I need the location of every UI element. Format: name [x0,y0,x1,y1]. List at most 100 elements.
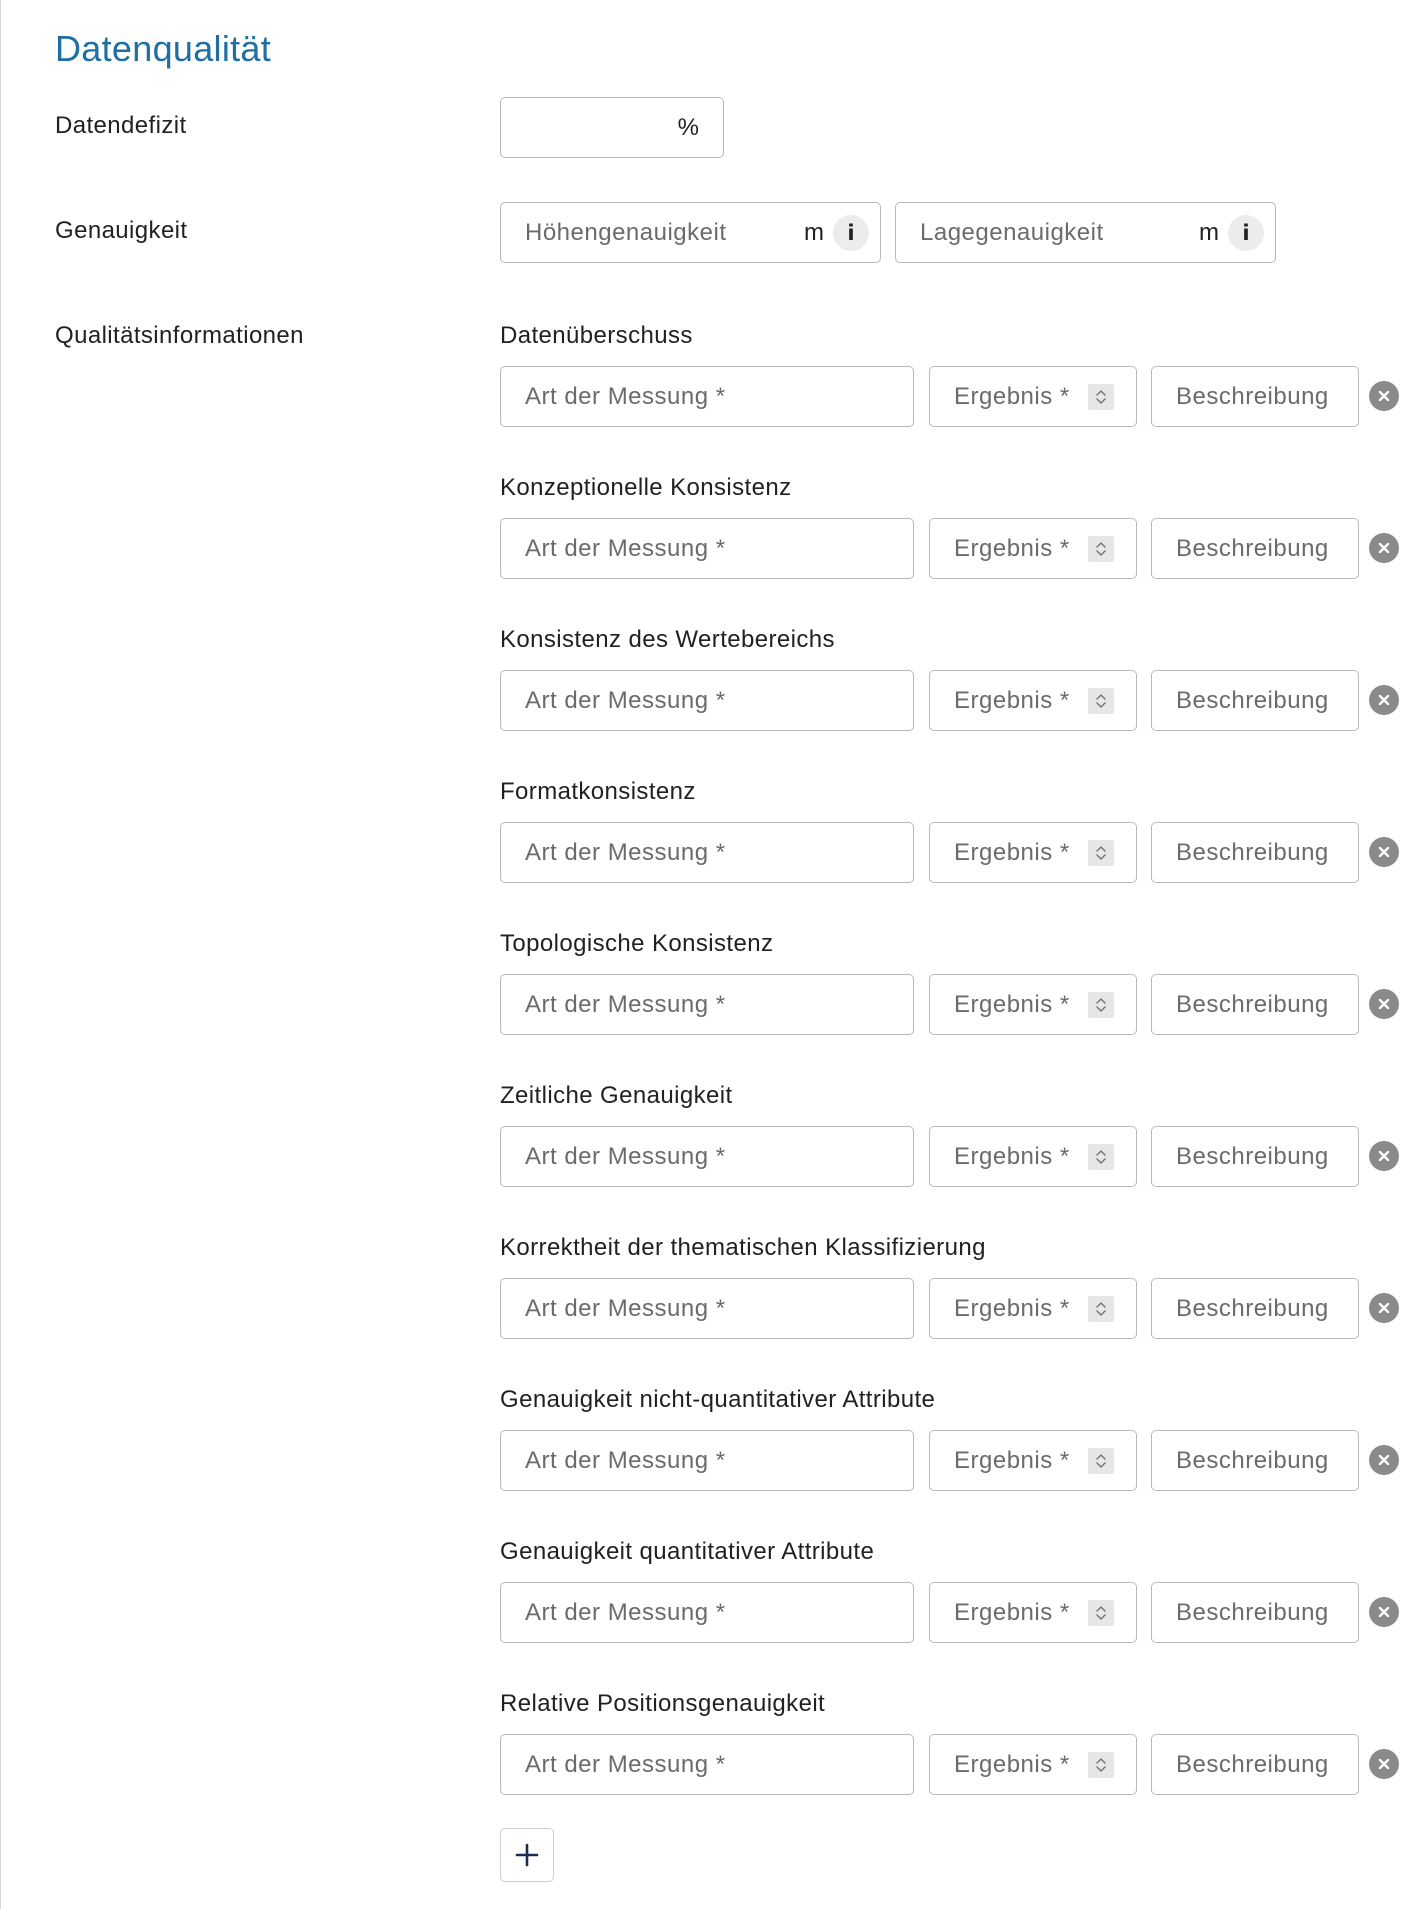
ergebnis-field[interactable]: Ergebnis * [929,366,1137,427]
beschreibung-field[interactable]: Beschreibung [1151,1278,1359,1339]
beschreibung-field[interactable]: Beschreibung [1151,366,1359,427]
ergebnis-field[interactable]: Ergebnis * [929,1582,1137,1643]
close-icon [1378,542,1390,554]
art-der-messung-placeholder: Art der Messung * [525,1446,726,1474]
art-der-messung-placeholder: Art der Messung * [525,534,726,562]
ergebnis-placeholder: Ergebnis * [954,686,1070,714]
beschreibung-placeholder: Beschreibung [1176,534,1329,562]
art-der-messung-field[interactable]: Art der Messung * [500,1734,914,1795]
art-der-messung-placeholder: Art der Messung * [525,1142,726,1170]
number-spinner-icon[interactable] [1088,839,1114,866]
beschreibung-field[interactable]: Beschreibung [1151,974,1359,1035]
plus-icon [515,1843,539,1867]
info-icon[interactable]: i [833,214,869,251]
info-icon[interactable]: i [1228,214,1264,251]
hoehengenauigkeit-field[interactable]: Höhengenauigkeit m i [500,202,881,263]
qualitaetsinformationen-label: Qualitätsinformationen [55,322,304,349]
remove-quality-button[interactable] [1369,685,1399,715]
art-der-messung-field[interactable]: Art der Messung * [500,1278,914,1339]
lagegenauigkeit-placeholder: Lagegenauigkeit [920,218,1104,246]
remove-quality-button[interactable] [1369,837,1399,867]
hoehengenauigkeit-placeholder: Höhengenauigkeit [525,218,727,246]
close-icon [1378,390,1390,402]
beschreibung-placeholder: Beschreibung [1176,1750,1329,1778]
close-icon [1378,998,1390,1010]
remove-quality-button[interactable] [1369,1293,1399,1323]
ergebnis-placeholder: Ergebnis * [954,1142,1070,1170]
number-spinner-icon[interactable] [1088,687,1114,714]
ergebnis-placeholder: Ergebnis * [954,1294,1070,1322]
ergebnis-field[interactable]: Ergebnis * [929,1430,1137,1491]
number-spinner-icon[interactable] [1088,1143,1114,1170]
ergebnis-field[interactable]: Ergebnis * [929,974,1137,1035]
art-der-messung-field[interactable]: Art der Messung * [500,1582,914,1643]
art-der-messung-placeholder: Art der Messung * [525,382,726,410]
ergebnis-placeholder: Ergebnis * [954,534,1070,562]
art-der-messung-field[interactable]: Art der Messung * [500,670,914,731]
beschreibung-placeholder: Beschreibung [1176,838,1329,866]
datendefizit-input[interactable]: % [500,97,724,158]
number-spinner-icon[interactable] [1088,1599,1114,1626]
ergebnis-field[interactable]: Ergebnis * [929,518,1137,579]
quality-group-title: Topologische Konsistenz [500,930,774,957]
number-spinner-icon[interactable] [1088,991,1114,1018]
remove-quality-button[interactable] [1369,1445,1399,1475]
meter-unit: m [804,218,824,246]
ergebnis-field[interactable]: Ergebnis * [929,1278,1137,1339]
number-spinner-icon[interactable] [1088,1295,1114,1322]
ergebnis-placeholder: Ergebnis * [954,1598,1070,1626]
ergebnis-field[interactable]: Ergebnis * [929,1734,1137,1795]
remove-quality-button[interactable] [1369,1141,1399,1171]
close-icon [1378,1302,1390,1314]
quality-group-title: Genauigkeit quantitativer Attribute [500,1538,875,1565]
ergebnis-field[interactable]: Ergebnis * [929,1126,1137,1187]
ergebnis-placeholder: Ergebnis * [954,838,1070,866]
remove-quality-button[interactable] [1369,1597,1399,1627]
close-icon [1378,1150,1390,1162]
quality-group-title: Genauigkeit nicht-quantitativer Attribut… [500,1386,936,1413]
beschreibung-field[interactable]: Beschreibung [1151,1430,1359,1491]
art-der-messung-placeholder: Art der Messung * [525,838,726,866]
beschreibung-field[interactable]: Beschreibung [1151,1126,1359,1187]
art-der-messung-field[interactable]: Art der Messung * [500,518,914,579]
art-der-messung-placeholder: Art der Messung * [525,686,726,714]
number-spinner-icon[interactable] [1088,383,1114,410]
art-der-messung-field[interactable]: Art der Messung * [500,1430,914,1491]
beschreibung-field[interactable]: Beschreibung [1151,1582,1359,1643]
beschreibung-placeholder: Beschreibung [1176,1142,1329,1170]
art-der-messung-placeholder: Art der Messung * [525,990,726,1018]
art-der-messung-field[interactable]: Art der Messung * [500,366,914,427]
remove-quality-button[interactable] [1369,533,1399,563]
quality-group-title: Konzeptionelle Konsistenz [500,474,792,501]
number-spinner-icon[interactable] [1088,535,1114,562]
ergebnis-field[interactable]: Ergebnis * [929,670,1137,731]
ergebnis-placeholder: Ergebnis * [954,1750,1070,1778]
art-der-messung-placeholder: Art der Messung * [525,1294,726,1322]
meter-unit: m [1199,218,1219,246]
beschreibung-field[interactable]: Beschreibung [1151,670,1359,731]
close-icon [1378,846,1390,858]
close-icon [1378,1758,1390,1770]
remove-quality-button[interactable] [1369,1749,1399,1779]
quality-group-title: Konsistenz des Wertebereichs [500,626,835,653]
remove-quality-button[interactable] [1369,381,1399,411]
number-spinner-icon[interactable] [1088,1751,1114,1778]
close-icon [1378,1454,1390,1466]
ergebnis-field[interactable]: Ergebnis * [929,822,1137,883]
add-quality-button[interactable] [500,1828,554,1882]
beschreibung-placeholder: Beschreibung [1176,990,1329,1018]
art-der-messung-placeholder: Art der Messung * [525,1750,726,1778]
beschreibung-field[interactable]: Beschreibung [1151,1734,1359,1795]
art-der-messung-field[interactable]: Art der Messung * [500,1126,914,1187]
data-quality-section: Datenqualität Datendefizit % Genauigkeit… [0,0,1425,1909]
beschreibung-field[interactable]: Beschreibung [1151,822,1359,883]
beschreibung-field[interactable]: Beschreibung [1151,518,1359,579]
beschreibung-placeholder: Beschreibung [1176,1598,1329,1626]
lagegenauigkeit-field[interactable]: Lagegenauigkeit m i [895,202,1276,263]
art-der-messung-field[interactable]: Art der Messung * [500,822,914,883]
number-spinner-icon[interactable] [1088,1447,1114,1474]
quality-group-title: Datenüberschuss [500,322,693,349]
quality-group-title: Korrektheit der thematischen Klassifizie… [500,1234,986,1261]
remove-quality-button[interactable] [1369,989,1399,1019]
art-der-messung-field[interactable]: Art der Messung * [500,974,914,1035]
